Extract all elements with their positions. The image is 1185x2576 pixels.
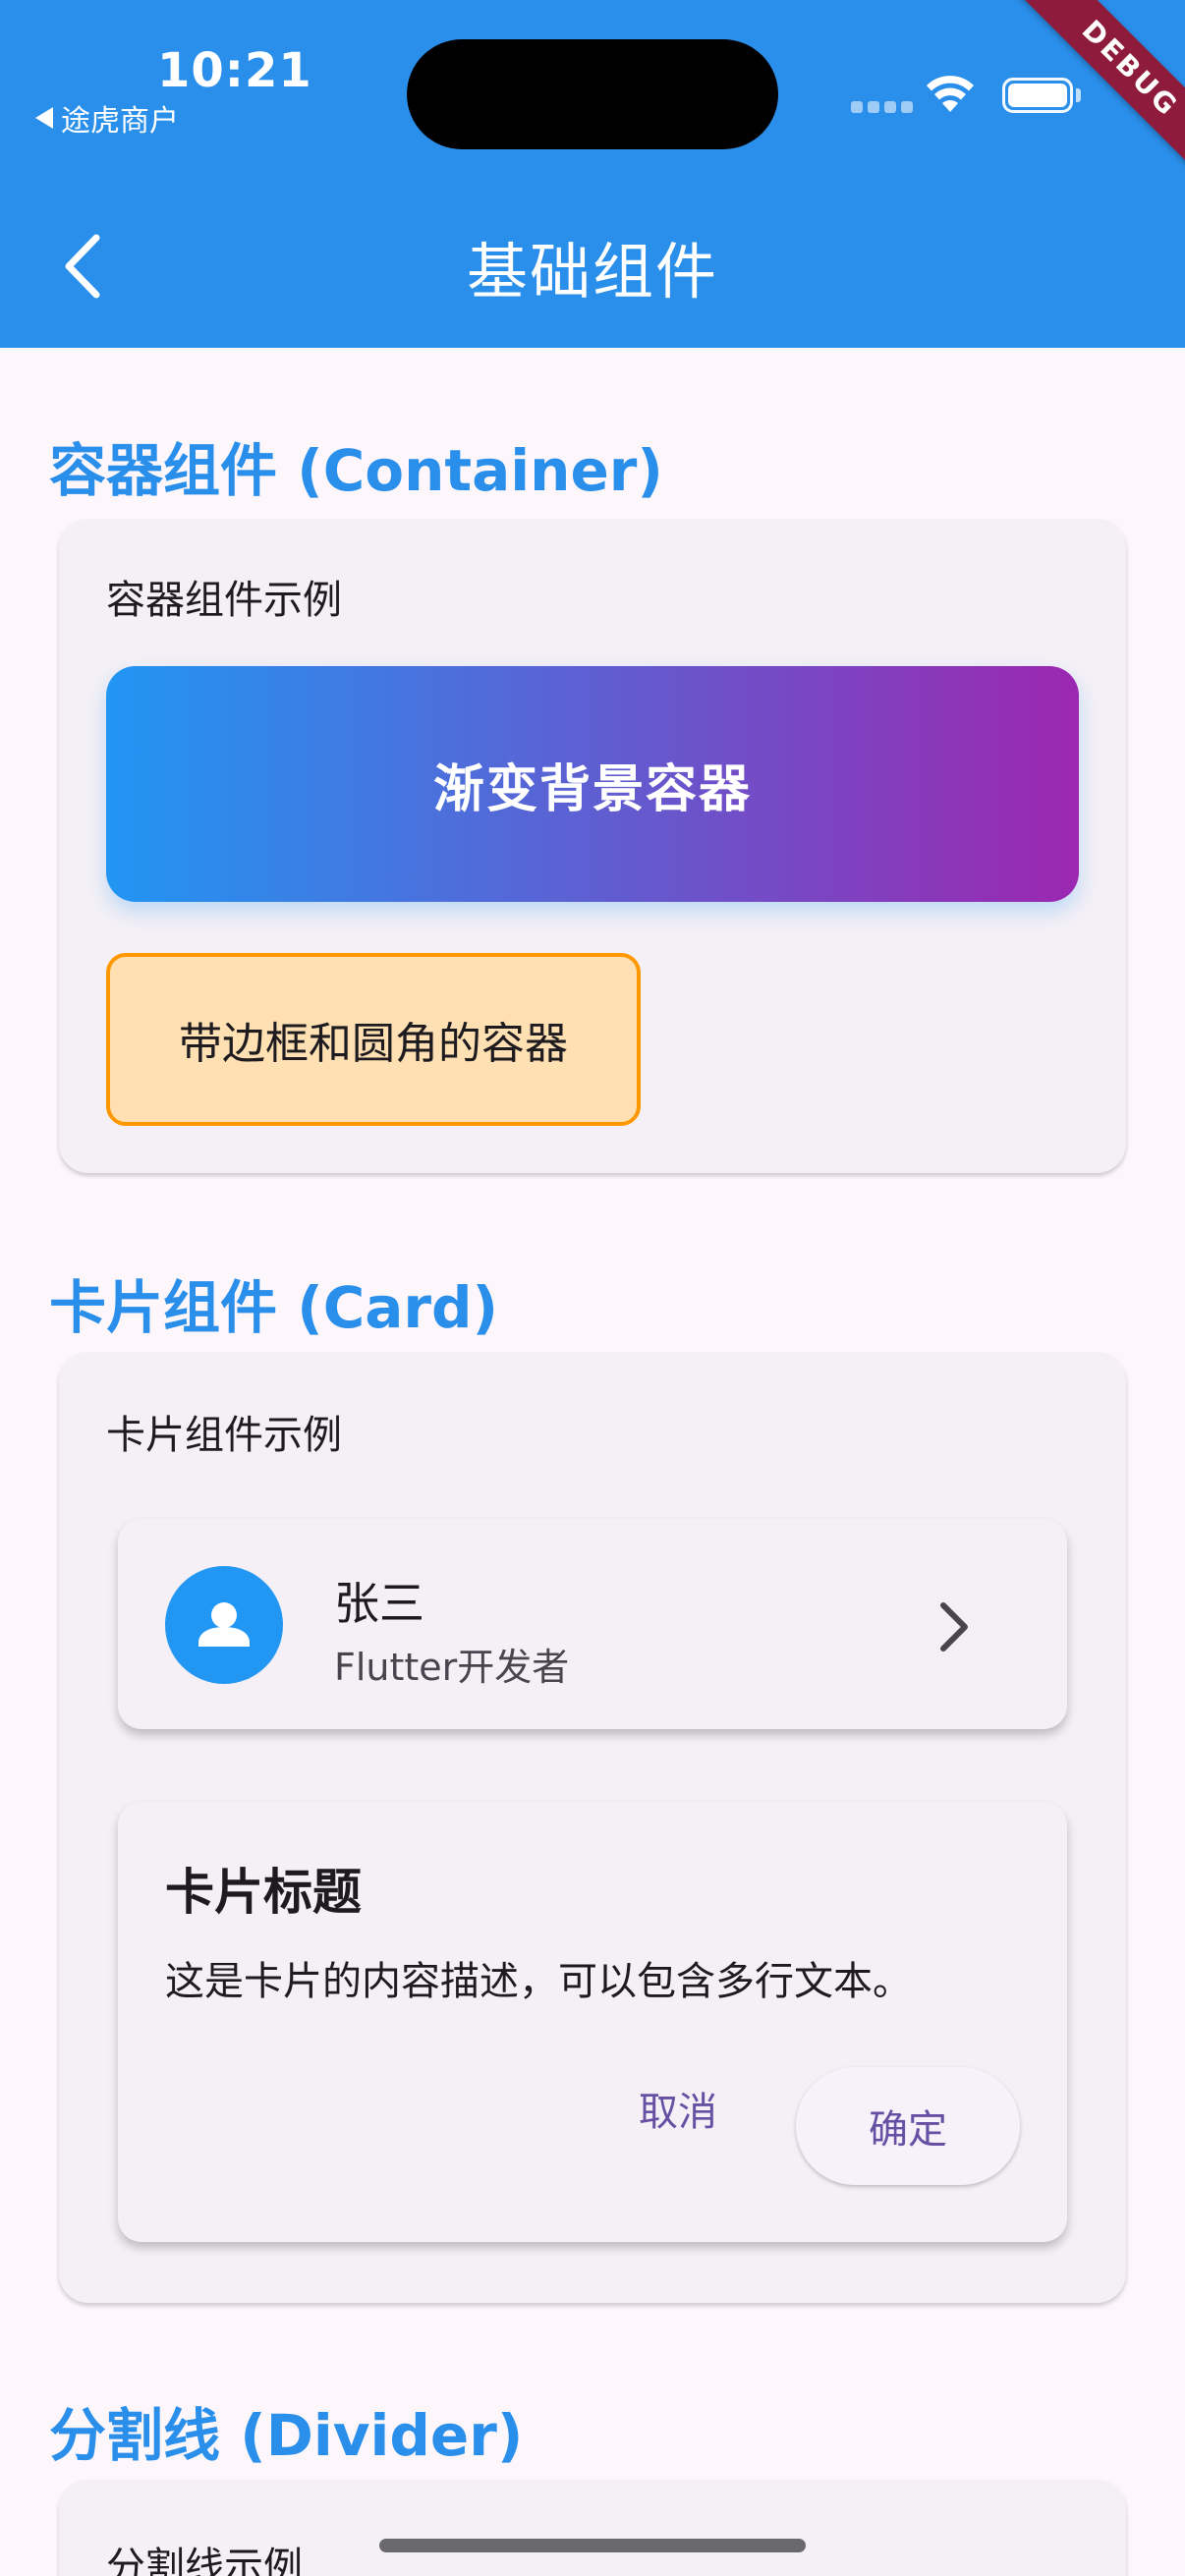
section-heading-container: 容器组件 (Container) bbox=[49, 437, 663, 504]
content-card: 卡片标题 这是卡片的内容描述，可以包含多行文本。 取消 确定 bbox=[118, 1802, 1067, 2242]
page-title: 基础组件 bbox=[466, 236, 718, 308]
card-title: 卡片标题 bbox=[165, 1864, 362, 1921]
person-name: 张三 bbox=[334, 1577, 424, 1630]
confirm-button[interactable]: 确定 bbox=[796, 2067, 1020, 2185]
status-time: 10:21 bbox=[157, 43, 312, 98]
card-caption: 分割线示例 bbox=[106, 2545, 303, 2576]
person-subtitle: Flutter开发者 bbox=[334, 1646, 570, 1689]
divider-example-card: 分割线示例 bbox=[59, 2480, 1126, 2576]
card-example-card: 卡片组件示例 张三 Flutter开发者 卡片标题 这是卡片的内容描述，可以包含… bbox=[59, 1352, 1126, 2303]
status-back-to-app[interactable]: 途虎商户 bbox=[35, 96, 179, 140]
back-triangle-icon bbox=[35, 107, 53, 129]
wifi-icon bbox=[927, 76, 974, 112]
chevron-right-icon bbox=[940, 1602, 968, 1652]
card-caption: 卡片组件示例 bbox=[106, 1413, 342, 1458]
avatar bbox=[165, 1566, 283, 1684]
bordered-container: 带边框和圆角的容器 bbox=[106, 953, 641, 1126]
app-screen: 10:21 途虎商户 基础组件 DEBUG 容器组件 (Container) 容… bbox=[0, 0, 1185, 2576]
person-icon bbox=[198, 1602, 250, 1647]
section-heading-divider: 分割线 (Divider) bbox=[49, 2402, 524, 2469]
gradient-container-label: 渐变背景容器 bbox=[432, 759, 752, 819]
home-indicator[interactable] bbox=[379, 2539, 806, 2552]
bordered-container-label: 带边框和圆角的容器 bbox=[179, 1019, 568, 1069]
card-caption: 容器组件示例 bbox=[106, 578, 342, 623]
status-back-app-label: 途虎商户 bbox=[61, 104, 179, 139]
gradient-container: 渐变背景容器 bbox=[106, 666, 1079, 902]
dynamic-island bbox=[407, 39, 778, 149]
battery-cap bbox=[1076, 88, 1081, 102]
section-heading-card: 卡片组件 (Card) bbox=[49, 1274, 499, 1341]
container-example-card: 容器组件示例 渐变背景容器 带边框和圆角的容器 bbox=[59, 519, 1126, 1173]
cellular-signal-icon bbox=[851, 101, 913, 113]
list-tile-card[interactable]: 张三 Flutter开发者 bbox=[118, 1519, 1067, 1729]
cancel-button[interactable]: 取消 bbox=[609, 2061, 747, 2156]
app-bar: 10:21 途虎商户 基础组件 bbox=[0, 0, 1185, 348]
battery-icon bbox=[1002, 78, 1073, 113]
card-body: 这是卡片的内容描述，可以包含多行文本。 bbox=[165, 1959, 912, 2004]
